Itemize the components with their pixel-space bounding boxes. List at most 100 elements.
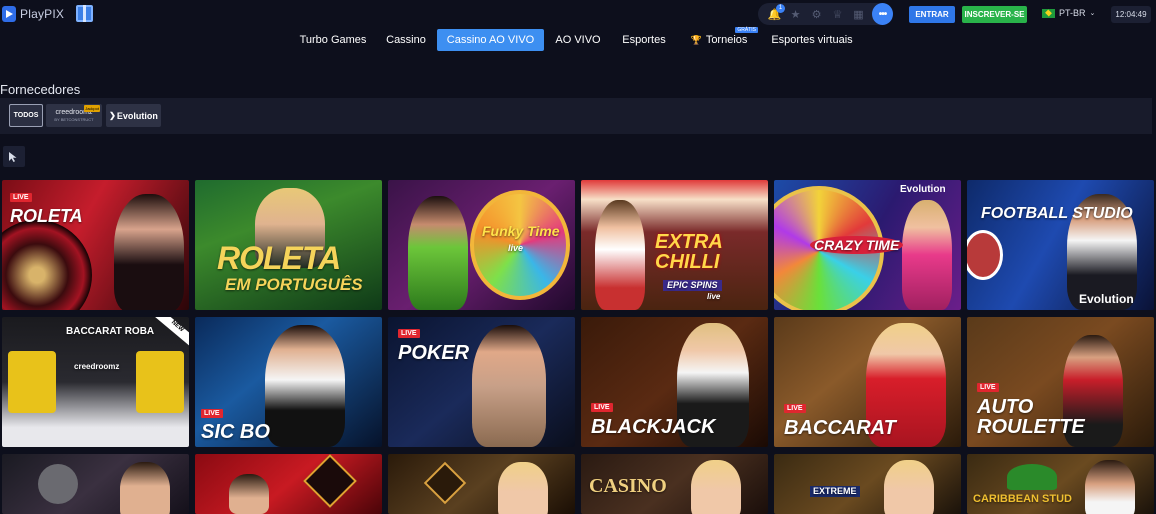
game-subtitle: creedroomz (74, 362, 120, 371)
game-title: SIC BO (201, 421, 270, 443)
trophy-icon[interactable]: ♕ (827, 3, 848, 25)
gift-icon[interactable] (76, 5, 93, 22)
nav-turbo-games[interactable]: Turbo Games (294, 29, 372, 51)
game-card-sic-bo[interactable]: LIVE SIC BO (195, 317, 382, 447)
game-title: CASINO (589, 475, 667, 497)
game-subtitle: EM PORTUGUÊS (225, 275, 363, 294)
signup-button[interactable]: INSCREVER-SE (962, 6, 1027, 23)
dealer-image (691, 460, 741, 514)
provider-tag: Evolution (1079, 292, 1134, 306)
nav-esportes-virtuais[interactable]: Esportes virtuais (767, 29, 857, 51)
game-title: ROLETA (10, 206, 83, 226)
game-title: FOOTBALL STUDIO (981, 205, 1133, 222)
more-icon[interactable]: ••• (872, 3, 893, 25)
dealer-image (1085, 460, 1135, 514)
nav-ao-vivo[interactable]: AO VIVO (551, 29, 605, 51)
live-badge: LIVE (977, 383, 999, 392)
notifications-icon[interactable]: 🔔 1 (764, 3, 785, 25)
dealer-image (120, 462, 170, 514)
game-title: CRAZY TIME (810, 236, 904, 254)
provider-evolution-button[interactable]: ❯ Evolution (106, 104, 161, 127)
game-title: ROLETA (217, 240, 341, 276)
logo-text: PlayPIX (20, 7, 65, 21)
settings-icon[interactable]: ⚙ (806, 3, 827, 25)
game-subtitle: live (508, 243, 524, 253)
game-card-row3-2[interactable] (195, 454, 382, 514)
game-title: BACCARAT ROBA (66, 326, 155, 337)
clock: 12:04:49 (1111, 6, 1151, 23)
game-card-caribbean-stud[interactable]: CARIBBEAN STUD (967, 454, 1154, 514)
nav-cassino[interactable]: Cassino (381, 29, 431, 51)
live-badge: LIVE (201, 409, 223, 418)
game-card-baccarat-roba[interactable]: BACCARAT ROBA creedroomz NEW (2, 317, 189, 447)
logo[interactable]: PlayPIX (2, 6, 64, 22)
game-card-roleta-portugues[interactable]: ROLETA EM PORTUGUÊS (195, 180, 382, 310)
dealer-image (595, 200, 645, 310)
playpix-logo-icon (2, 6, 16, 22)
free-badge: GRÁTIS (735, 27, 758, 33)
jackpot-badge: Jackpot (84, 105, 100, 112)
game-title: EXTREME (810, 486, 860, 497)
game-card-roleta[interactable]: LIVE ROLETA (2, 180, 189, 310)
live-badge: LIVE (10, 193, 32, 202)
game-title: BLACKJACK (591, 416, 716, 438)
calculator-icon[interactable]: ▦ (848, 3, 869, 25)
provider-todos-button[interactable]: TODOS (9, 104, 43, 127)
providers-bar: TODOS creedroomz BY BETCONSTRUCT Jackpot… (0, 98, 1152, 134)
dealer-image (902, 200, 952, 310)
live-badge: LIVE (398, 329, 420, 338)
game-card-baccarat[interactable]: LIVE BACCARAT (774, 317, 961, 447)
robot-arm-image (8, 351, 56, 413)
game-subtitle: EPIC SPINS (663, 280, 722, 291)
provider-creedroomz-button[interactable]: creedroomz BY BETCONSTRUCT Jackpot (46, 104, 102, 127)
pointer-icon (9, 151, 17, 162)
game-card-row3-3[interactable] (388, 454, 575, 514)
dealer-image (229, 474, 269, 514)
nav-esportes[interactable]: Esportes (617, 29, 671, 51)
game-card-crazy-time[interactable]: Evolution CRAZY TIME (774, 180, 961, 310)
game-title: BACCARAT (784, 417, 896, 439)
main-nav: Turbo Games Cassino Cassino AO VIVO AO V… (0, 27, 1156, 51)
nav-cassino-ao-vivo[interactable]: Cassino AO VIVO (437, 29, 544, 51)
palm-tree-icon (1007, 464, 1057, 490)
robot-arm-image (136, 351, 184, 413)
provider-tag: Evolution (900, 184, 946, 195)
game-card-football-studio[interactable]: FOOTBALL STUDIO Evolution (967, 180, 1154, 310)
game-card-auto-roulette[interactable]: LIVE AUTO ROULETTE (967, 317, 1154, 447)
game-card-row3-1[interactable] (2, 454, 189, 514)
game-tag: live (707, 292, 721, 301)
game-card-poker[interactable]: LIVE POKER (388, 317, 575, 447)
brazil-flag-icon (1042, 8, 1055, 18)
language-label: PT-BR (1059, 8, 1086, 18)
game-title: Funky Time (482, 223, 560, 239)
trophy-icon: 🏆 (690, 34, 702, 45)
cursor-filter-button[interactable] (3, 146, 25, 167)
login-button[interactable]: ENTRAR (909, 6, 955, 23)
game-logo-icon (423, 461, 467, 505)
game-card-extreme[interactable]: EXTREME (774, 454, 961, 514)
dealer-image (472, 325, 546, 447)
dealer-image (408, 196, 468, 310)
game-card-blackjack[interactable]: LIVE BLACKJACK (581, 317, 768, 447)
language-selector[interactable]: PT-BR ⌄ (1042, 8, 1095, 18)
game-card-extra-chilli[interactable]: EXTRA CHILLI EPIC SPINS live (581, 180, 768, 310)
chevron-down-icon: ⌄ (1089, 10, 1096, 17)
providers-title: Fornecedores (0, 82, 81, 97)
dealer-image (498, 462, 548, 514)
live-badge: LIVE (784, 404, 806, 413)
nav-torneios[interactable]: 🏆 Torneios GRÁTIS (686, 27, 758, 51)
provider-evolution-label: Evolution (116, 110, 158, 121)
live-badge: LIVE (591, 403, 613, 412)
new-badge: NEW (153, 317, 189, 348)
favorites-icon[interactable]: ★ (785, 3, 806, 25)
game-card-funky-time[interactable]: Funky Time live (388, 180, 575, 310)
provider-creedroomz-sub: BY BETCONSTRUCT (54, 116, 94, 122)
notification-count: 1 (776, 4, 785, 13)
evolution-logo-icon: ❯ (109, 111, 116, 120)
game-card-casino[interactable]: CASINO (581, 454, 768, 514)
roulette-wheel-image (2, 220, 92, 310)
game-logo-icon (303, 454, 357, 508)
dealer-image (884, 460, 934, 514)
game-title: POKER (398, 342, 470, 364)
quick-actions: 🔔 1 ★ ⚙ ♕ ▦ ••• (758, 3, 893, 25)
